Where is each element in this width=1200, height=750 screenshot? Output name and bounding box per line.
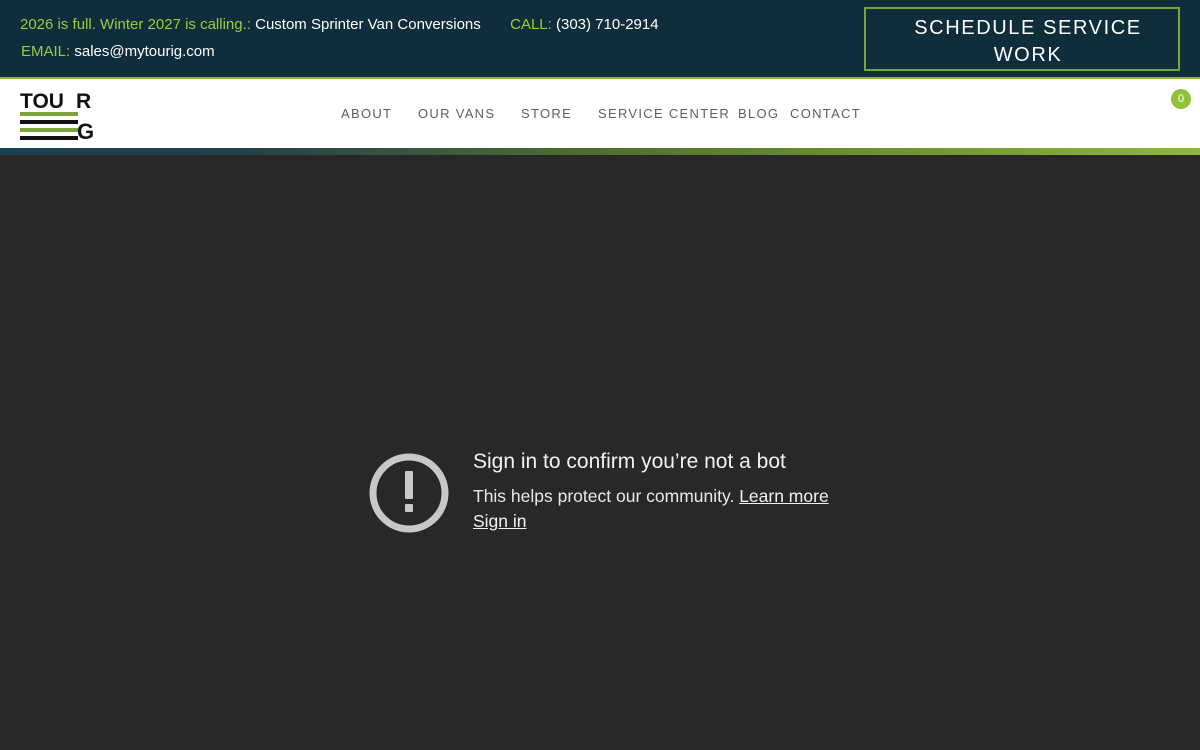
cta-line-2: WORK xyxy=(993,44,1063,66)
video-embed-area: Sign in to confirm you’re not a bot This… xyxy=(0,155,1200,750)
email-link[interactable]: sales@mytourig.com xyxy=(74,43,214,60)
call-label: CALL: xyxy=(510,16,552,33)
alert-circle-icon xyxy=(369,453,449,533)
main-navbar: TOU R G ABOUT OUR VANS STORE SERVICE CEN… xyxy=(0,81,1200,148)
nav-item-about[interactable]: ABOUT xyxy=(341,106,392,121)
svg-text:R: R xyxy=(76,90,91,113)
top-bar: 2026 is full. Winter 2027 is calling.: C… xyxy=(0,0,1200,79)
email-label: EMAIL: xyxy=(21,43,71,60)
tourig-logo[interactable]: TOU R G xyxy=(20,89,100,141)
promo-label: 2026 is full. Winter 2027 is calling.: xyxy=(20,16,251,33)
promo-link[interactable]: Custom Sprinter Van Conversions xyxy=(255,16,481,33)
message-subtitle: This helps protect our community. Learn … xyxy=(473,486,829,507)
promo-line: 2026 is full. Winter 2027 is calling.: C… xyxy=(20,16,659,33)
svg-text:G: G xyxy=(77,119,94,141)
sign-in-link[interactable]: Sign in xyxy=(473,511,527,532)
svg-text:TOU: TOU xyxy=(20,90,64,113)
phone-link[interactable]: (303) 710-2914 xyxy=(556,16,659,33)
cart-count-badge[interactable]: 0 xyxy=(1171,89,1191,109)
message-title: Sign in to confirm you’re not a bot xyxy=(473,450,786,473)
schedule-service-button[interactable]: SCHEDULE SERVICE WORK xyxy=(864,7,1180,71)
cta-line-1: SCHEDULE SERVICE xyxy=(914,17,1142,39)
nav-item-blog[interactable]: BLOG xyxy=(738,106,779,121)
nav-item-contact[interactable]: CONTACT xyxy=(790,106,861,121)
nav-item-service-center[interactable]: SERVICE CENTER xyxy=(598,106,730,121)
nav-item-store[interactable]: STORE xyxy=(521,106,572,121)
message-subtitle-text: This helps protect our community. xyxy=(473,486,735,506)
learn-more-link[interactable]: Learn more xyxy=(739,486,829,506)
email-line: EMAIL: sales@mytourig.com xyxy=(21,43,215,60)
header-gradient-band xyxy=(0,148,1200,155)
nav-item-our-vans[interactable]: OUR VANS xyxy=(418,106,495,121)
